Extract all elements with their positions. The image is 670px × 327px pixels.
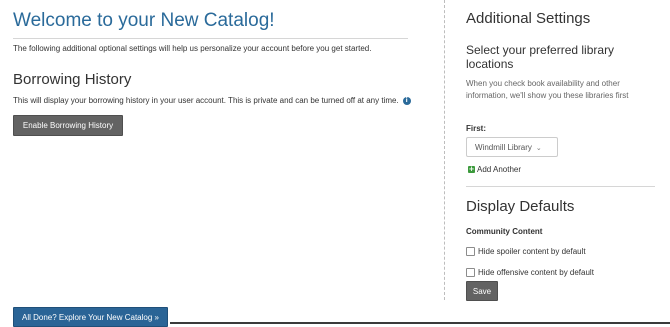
- hide-offensive-option: Hide offensive content by default: [466, 268, 594, 278]
- settings-divider: [466, 186, 655, 187]
- display-defaults-title: Display Defaults: [466, 198, 575, 215]
- page-title: Welcome to your New Catalog!: [13, 10, 275, 31]
- community-content-label: Community Content: [466, 227, 543, 236]
- preferred-locations-help: When you check book availability and oth…: [466, 79, 629, 100]
- borrowing-history-description-text: This will display your borrowing history…: [13, 96, 399, 105]
- welcome-panel: Welcome to your New Catalog! The followi…: [0, 0, 444, 327]
- hide-spoiler-option: Hide spoiler content by default: [466, 247, 586, 257]
- info-circle-icon[interactable]: i: [402, 96, 411, 105]
- enable-borrowing-history-button[interactable]: Enable Borrowing History: [13, 115, 123, 136]
- title-divider: [13, 38, 408, 39]
- first-location-label: First:: [466, 124, 486, 133]
- save-button[interactable]: Save: [466, 281, 498, 301]
- hide-offensive-label[interactable]: Hide offensive content by default: [478, 268, 594, 277]
- hide-spoiler-label[interactable]: Hide spoiler content by default: [478, 247, 586, 256]
- add-another-label: Add Another: [477, 165, 522, 174]
- first-location-value: Windmill Library: [475, 143, 532, 152]
- borrowing-history-title: Borrowing History: [13, 71, 132, 88]
- additional-settings-title: Additional Settings: [466, 10, 591, 27]
- column-divider: [444, 0, 445, 300]
- hide-spoiler-checkbox[interactable]: [466, 247, 475, 257]
- intro-text: The following additional optional settin…: [13, 44, 372, 53]
- chevron-down-icon: ⌄: [535, 145, 542, 152]
- add-another-link[interactable]: + Add Another: [468, 165, 521, 174]
- first-location-select[interactable]: Windmill Library ⌄: [466, 137, 558, 157]
- borrowing-history-description: This will display your borrowing history…: [13, 96, 411, 105]
- hide-offensive-checkbox[interactable]: [466, 268, 475, 278]
- preferred-locations-title: Select your preferred library locations: [466, 43, 615, 71]
- plus-square-icon: +: [468, 165, 475, 174]
- additional-settings-panel: Additional Settings Select your preferre…: [466, 0, 660, 324]
- explore-catalog-button[interactable]: All Done? Explore Your New Catalog »: [13, 307, 168, 327]
